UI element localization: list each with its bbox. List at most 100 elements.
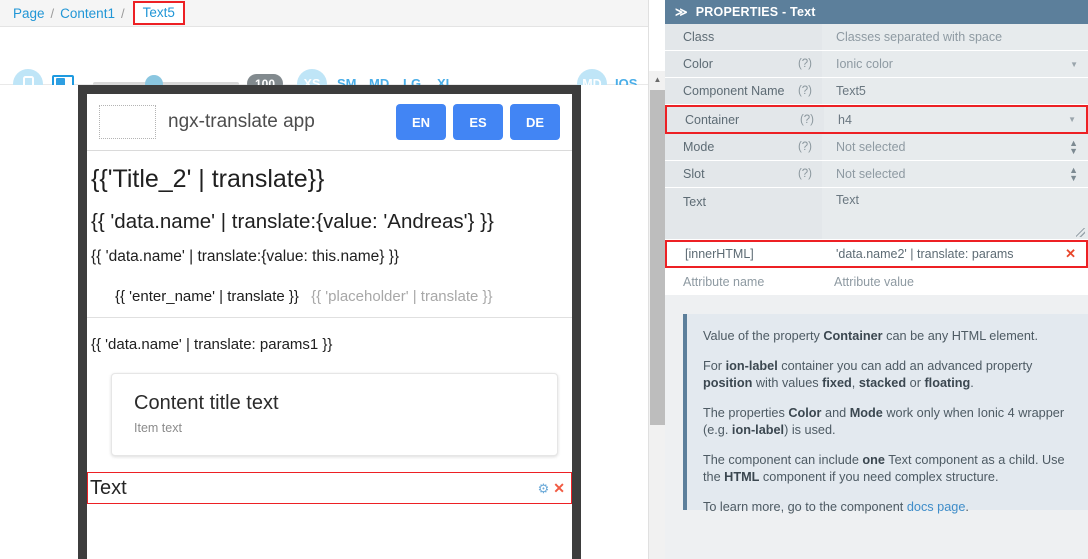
device-screen: ngx-translate app EN ES DE {{'Title_2' |… [87, 94, 572, 559]
help-text: Value of the property [703, 329, 824, 343]
preview-line-params1[interactable]: {{ 'data.name' | translate: params1 }} [89, 336, 572, 353]
property-key-text: Text [683, 195, 706, 209]
close-icon[interactable]: ✕ [553, 481, 565, 495]
preview-line-name-andreas[interactable]: {{ 'data.name' | translate:{value: 'Andr… [89, 210, 572, 234]
help-text: . [970, 376, 974, 391]
preview-line-title2[interactable]: {{'Title_2' | translate}} [89, 165, 572, 194]
property-label-container: Container (?) [667, 107, 824, 132]
preview-body: {{'Title_2' | translate}} {{ 'data.name'… [87, 165, 572, 504]
spinner-updown-icon[interactable]: ▲ ▼ [1069, 166, 1078, 183]
property-label-mode: Mode (?) [665, 134, 822, 160]
help-paragraph-4: The component can include one Text compo… [703, 452, 1072, 487]
help-text: For [703, 358, 726, 373]
breadcrumb-item-content1[interactable]: Content1 [60, 6, 115, 21]
lang-button-en[interactable]: EN [396, 104, 446, 140]
attribute-name-innerhtml[interactable]: [innerHTML] [667, 242, 822, 266]
attribute-name-placeholder: Attribute name [683, 274, 765, 289]
help-bold: fixed [822, 376, 852, 391]
property-input-component-name[interactable]: Text5 [822, 78, 1088, 104]
help-text: ) is used. [784, 423, 836, 438]
preview-card-subtitle: Item text [134, 421, 182, 435]
help-text: , [851, 376, 859, 391]
preview-app-title: ngx-translate app [168, 111, 315, 132]
property-label-class: Class [665, 24, 822, 50]
property-row-class[interactable]: Class Classes separated with space [665, 24, 1088, 51]
help-text: or [906, 376, 925, 391]
breadcrumb-separator: / [50, 5, 55, 21]
device-frame: ngx-translate app EN ES DE {{'Title_2' |… [78, 85, 581, 559]
help-hint-icon[interactable]: (?) [798, 168, 812, 180]
chevron-down-icon[interactable]: ▼ [1070, 60, 1078, 69]
chevron-down-icon[interactable]: ▼ [1068, 115, 1076, 124]
help-text: . [965, 499, 969, 514]
breadcrumb-item-page[interactable]: Page [13, 6, 45, 21]
spinner-updown-icon[interactable]: ▲ ▼ [1069, 139, 1078, 156]
panel-spacer [665, 295, 1088, 314]
property-key-text: Slot [683, 167, 705, 181]
attribute-row-innerhtml[interactable]: [innerHTML] 'data.name2' | translate: pa… [665, 240, 1088, 268]
scroll-up-arrow-icon[interactable]: ▲ [649, 71, 666, 87]
scrollbar-thumb[interactable] [650, 90, 665, 425]
help-hint-icon[interactable]: (?) [798, 141, 812, 153]
properties-title: PROPERTIES - Text [695, 5, 816, 19]
property-row-color[interactable]: Color (?) Ionic color ▼ [665, 51, 1088, 78]
gear-icon[interactable]: ⚙ [538, 482, 550, 495]
help-hint-icon[interactable]: (?) [800, 114, 814, 126]
collapse-chevron-icon[interactable]: ≫ [675, 5, 688, 19]
app-root: Page / Content1 / Text5 100 XS SM MD LG [0, 0, 1088, 559]
lang-button-de[interactable]: DE [510, 104, 560, 140]
help-hint-icon[interactable]: (?) [798, 85, 812, 97]
property-row-container[interactable]: Container (?) h4 ▼ [665, 105, 1088, 134]
property-select-mode[interactable]: Not selected ▲ ▼ [822, 134, 1088, 160]
preview-input-row[interactable]: {{ 'enter_name' | translate }} {{ 'place… [87, 278, 572, 318]
property-key-text: Component Name [683, 84, 785, 98]
property-input-class[interactable]: Classes separated with space [822, 24, 1088, 50]
lang-button-es[interactable]: ES [453, 104, 503, 140]
help-bold: position [703, 376, 753, 391]
preview-card[interactable]: Content title text Item text [111, 373, 558, 456]
breadcrumb: Page / Content1 / Text5 [0, 0, 648, 27]
preview-input-label: {{ 'enter_name' | translate }} [115, 288, 299, 305]
editor-scrollbar[interactable]: ▲ [648, 0, 666, 559]
property-key-text: Color [683, 57, 713, 71]
attribute-value-input[interactable]: Attribute value [820, 268, 1088, 295]
property-select-container[interactable]: h4 ▼ [824, 107, 1086, 132]
property-select-color[interactable]: Ionic color ▼ [822, 51, 1088, 77]
help-text: The properties [703, 405, 789, 420]
property-value-text: Text5 [836, 84, 866, 98]
properties-header: ≫ PROPERTIES - Text [665, 0, 1088, 24]
property-value-text: Ionic color [836, 57, 893, 71]
help-bold: Container [823, 329, 883, 343]
attribute-name-input[interactable]: Attribute name [665, 268, 820, 295]
scrollbar-top-spacer [649, 0, 666, 71]
property-key-text: Class [683, 30, 715, 44]
help-text: and [821, 405, 850, 420]
editor-pane: Page / Content1 / Text5 100 XS SM MD LG [0, 0, 648, 559]
remove-attribute-icon[interactable]: ✕ [1065, 246, 1076, 262]
breadcrumb-item-text5[interactable]: Text5 [132, 0, 185, 26]
preview-selected-text-component[interactable]: Text ⚙ ✕ [87, 472, 572, 504]
property-textarea-text[interactable]: Text [822, 188, 1088, 239]
help-text: component if you need complex structure. [759, 470, 999, 485]
property-label-slot: Slot (?) [665, 161, 822, 187]
help-paragraph-1: Value of the property Container can be a… [703, 328, 1072, 346]
attribute-value-innerhtml[interactable]: 'data.name2' | translate: params ✕ [822, 242, 1086, 266]
help-hint-icon[interactable]: (?) [798, 58, 812, 70]
textarea-resize-handle[interactable] [1076, 228, 1085, 237]
preview-canvas: ngx-translate app EN ES DE {{'Title_2' |… [0, 85, 648, 559]
property-select-slot[interactable]: Not selected ▲ ▼ [822, 161, 1088, 187]
help-text: with values [752, 376, 823, 391]
help-bold: floating [924, 376, 971, 391]
property-row-component-name[interactable]: Component Name (?) Text5 [665, 78, 1088, 105]
logo-placeholder[interactable] [99, 105, 156, 139]
docs-page-link[interactable]: docs page [907, 500, 966, 514]
help-bold: ion-label [725, 358, 778, 373]
attribute-row-new[interactable]: Attribute name Attribute value [665, 268, 1088, 295]
preview-line-name-this[interactable]: {{ 'data.name' | translate:{value: this.… [89, 248, 572, 266]
attribute-key-text: [innerHTML] [685, 247, 754, 261]
property-row-mode[interactable]: Mode (?) Not selected ▲ ▼ [665, 134, 1088, 161]
property-row-slot[interactable]: Slot (?) Not selected ▲ ▼ [665, 161, 1088, 188]
property-row-text[interactable]: Text Text [665, 188, 1088, 240]
help-paragraph-2: For ion-label container you can add an a… [703, 358, 1072, 393]
preview-app-header: ngx-translate app EN ES DE [87, 94, 572, 151]
